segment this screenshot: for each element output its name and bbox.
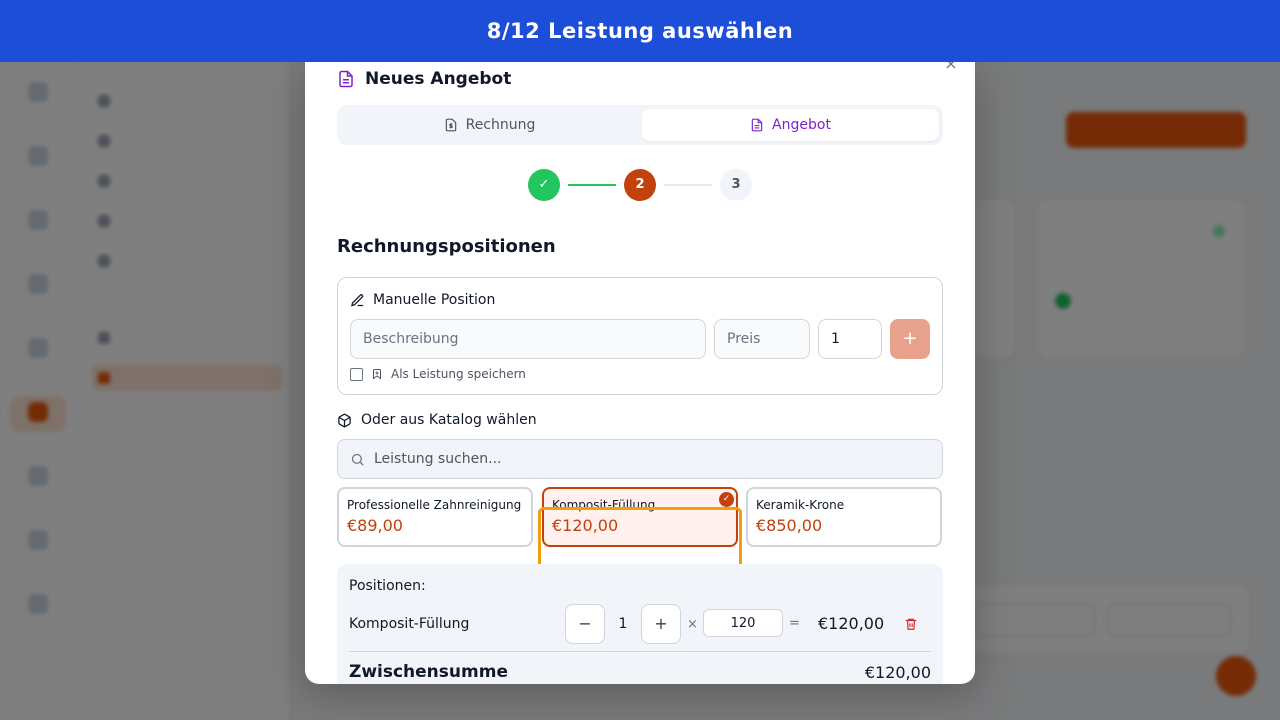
catalog-item-name: Keramik-Krone xyxy=(756,498,845,512)
dollar-file-icon xyxy=(445,118,456,132)
add-position-button[interactable]: + xyxy=(890,319,930,359)
step-1-check-icon: ✓ xyxy=(528,169,560,201)
step-2-current: 2 xyxy=(624,169,656,201)
catalog-item-card[interactable]: Keramik-Krone €850,00 xyxy=(746,487,942,547)
catalog-heading: Oder aus Katalog wählen xyxy=(337,412,537,428)
search-icon xyxy=(351,453,364,466)
step-banner: 8/12 Leistung auswählen xyxy=(0,0,1280,62)
positions-panel: Positionen: Komposit-Füllung − 1 + × = €… xyxy=(337,564,943,684)
increase-quantity-button[interactable]: + xyxy=(641,604,681,644)
search-input[interactable] xyxy=(374,440,934,478)
file-icon xyxy=(751,118,763,132)
catalog-item-price: €120,00 xyxy=(552,516,619,535)
divider xyxy=(349,651,931,652)
file-icon xyxy=(339,70,353,88)
section-title: Rechnungspositionen xyxy=(337,236,556,257)
position-name: Komposit-Füllung xyxy=(349,616,470,632)
catalog-item-price: €89,00 xyxy=(347,516,403,535)
subtotal-value: €120,00 xyxy=(864,663,931,682)
catalog-heading-label: Oder aus Katalog wählen xyxy=(361,412,537,428)
trash-icon[interactable] xyxy=(904,617,918,631)
manual-position-heading: Manuelle Position xyxy=(350,292,495,308)
tab-angebot[interactable]: Angebot xyxy=(642,109,939,141)
price-input[interactable] xyxy=(714,319,810,359)
quantity-input[interactable] xyxy=(818,319,882,359)
check-icon: ✓ xyxy=(719,492,734,507)
catalog-item-card[interactable]: Professionelle Zahnreinigung €89,00 xyxy=(337,487,533,547)
document-type-toggle: Rechnung Angebot xyxy=(337,105,943,145)
close-icon[interactable]: × xyxy=(943,62,959,72)
stepper-line-complete xyxy=(568,184,616,186)
tab-label: Rechnung xyxy=(465,117,536,133)
positions-label: Positionen: xyxy=(349,578,426,594)
pencil-icon xyxy=(351,293,364,306)
step-3-upcoming: 3 xyxy=(720,169,752,201)
equals-symbol: = xyxy=(789,616,800,631)
unit-price-input[interactable] xyxy=(703,609,783,637)
manual-position-label: Manuelle Position xyxy=(373,292,496,308)
tab-label: Angebot xyxy=(772,117,831,133)
save-as-service-row: Als Leistung speichern xyxy=(350,367,526,381)
catalog-item-name: Professionelle Zahnreinigung xyxy=(347,498,522,512)
service-search xyxy=(337,439,943,479)
catalog-item-card-selected[interactable]: Komposit-Füllung €120,00 ✓ xyxy=(542,487,738,547)
modal-title-text: Neues Angebot xyxy=(365,69,512,89)
bookmark-icon xyxy=(373,369,381,380)
package-icon xyxy=(338,413,351,427)
tab-rechnung[interactable]: Rechnung xyxy=(341,109,638,141)
catalog-item-price: €850,00 xyxy=(756,516,823,535)
times-symbol: × xyxy=(687,617,698,632)
catalog-item-name: Komposit-Füllung xyxy=(552,498,656,512)
save-as-service-checkbox[interactable] xyxy=(350,367,363,381)
decrease-quantity-button[interactable]: − xyxy=(565,604,605,644)
description-input[interactable] xyxy=(350,319,706,359)
new-offer-modal: × Neues Angebot Rechnung Angebot ✓ 2 3 R… xyxy=(305,62,975,684)
position-quantity: 1 xyxy=(618,616,628,632)
save-as-service-label: Als Leistung speichern xyxy=(391,367,526,381)
modal-title: Neues Angebot xyxy=(337,68,511,90)
stepper-line-pending xyxy=(664,184,712,186)
subtotal-label: Zwischensumme xyxy=(349,662,508,682)
position-total: €120,00 xyxy=(818,614,885,633)
manual-position-panel: Manuelle Position + Als Leistung speiche… xyxy=(337,277,943,395)
